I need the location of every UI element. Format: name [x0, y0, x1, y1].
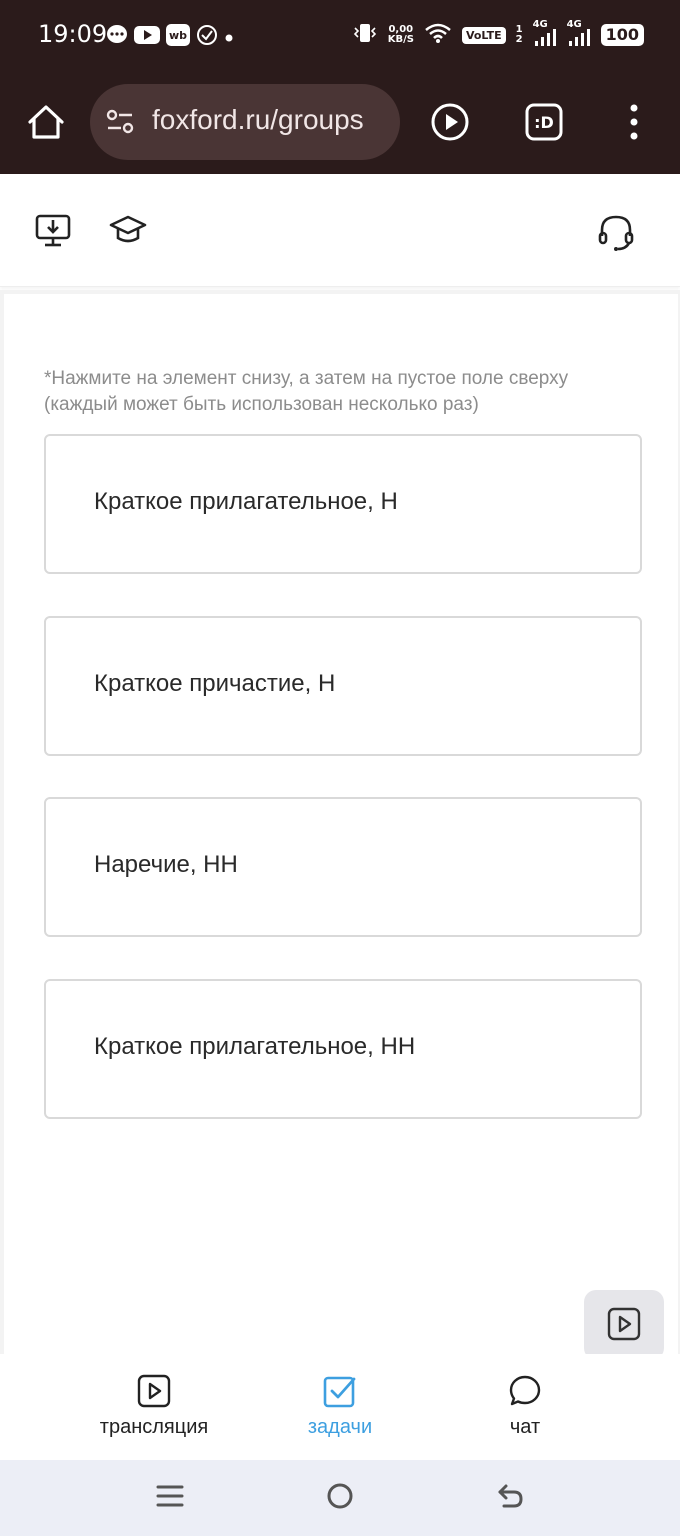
svg-text:wb: wb — [169, 29, 187, 42]
signal-sim1: 4G — [533, 19, 557, 47]
play-square-icon — [137, 1374, 171, 1408]
answer-option-label: Краткое прилагательное, Н — [94, 488, 398, 515]
back-button[interactable] — [494, 1480, 526, 1516]
youtube-icon — [134, 25, 160, 49]
net-speed-unit: KB/S — [387, 34, 414, 45]
task-content: *Нажмите на элемент снизу, а затем на пу… — [0, 290, 680, 1354]
floating-video-button[interactable] — [584, 1290, 664, 1360]
sim2-sub: 2 — [515, 34, 523, 45]
net-speed: 0,00 KB/S — [388, 25, 414, 45]
signal-bars-icon — [534, 29, 556, 46]
notification-icons: wb — [106, 24, 234, 50]
menu-lines-icon — [156, 1485, 184, 1507]
svg-text::D: :D — [534, 113, 554, 132]
more-vert-icon — [630, 104, 638, 140]
checkbox-icon — [323, 1376, 356, 1408]
dot-icon — [224, 28, 234, 47]
media-play-button[interactable] — [428, 100, 472, 148]
headset-support-icon[interactable] — [596, 212, 636, 256]
answer-option-label: Краткое причастие, Н — [94, 670, 336, 697]
answer-option[interactable]: Краткое прилагательное, НН — [44, 979, 642, 1119]
circle-home-icon — [327, 1483, 353, 1509]
signal-bars-icon — [568, 29, 590, 46]
tab-emoji-icon: :D — [525, 103, 563, 141]
home-button[interactable] — [24, 100, 68, 144]
nav-label-chat: чат — [509, 1416, 541, 1438]
status-bar: 19:09 wb 0,00 KB/S VoLTE 1 2 4G 4G 100 — [0, 0, 680, 74]
answer-option[interactable]: Краткое причастие, Н — [44, 616, 642, 756]
url-bar[interactable]: foxford.ru/groups — [90, 84, 400, 160]
graduation-cap-icon[interactable] — [108, 212, 148, 252]
task-hint: *Нажмите на элемент снизу, а затем на пу… — [44, 368, 569, 415]
system-navigation-bar — [0, 1460, 680, 1536]
status-right-icons: 0,00 KB/S VoLTE 1 2 4G 4G 100 — [352, 19, 644, 48]
wifi-icon — [424, 22, 452, 48]
nav-label-tasks: задачи — [307, 1416, 373, 1438]
answer-option-label: Наречие, НН — [94, 851, 238, 878]
answer-option-label: Краткое прилагательное, НН — [94, 1033, 416, 1060]
status-time: 19:09 — [38, 20, 108, 48]
task-card: *Нажмите на элемент снизу, а затем на пу… — [4, 294, 678, 1354]
wildberries-icon: wb — [166, 24, 190, 50]
nav-item-chat[interactable]: чат — [445, 1374, 605, 1439]
nav-item-broadcast[interactable]: трансляция — [74, 1374, 234, 1439]
vibrate-icon — [352, 22, 378, 48]
download-monitor-icon[interactable] — [34, 212, 72, 252]
battery-indicator: 100 — [600, 24, 644, 46]
chat-bubble-icon — [509, 1375, 541, 1406]
back-arrow-icon — [498, 1484, 523, 1508]
browser-toolbar: foxford.ru/groups :D — [0, 74, 680, 174]
url-text: foxford.ru/groups — [152, 104, 364, 135]
chat-bubble-icon — [106, 24, 128, 50]
more-menu-button[interactable] — [622, 102, 646, 146]
play-circle-icon — [431, 103, 469, 141]
nav-item-tasks[interactable]: задачи — [260, 1374, 420, 1439]
home-system-button[interactable] — [324, 1480, 356, 1516]
answer-option[interactable]: Наречие, НН — [44, 797, 642, 937]
check-circle-icon — [196, 24, 218, 50]
site-settings-icon[interactable] — [104, 106, 136, 142]
sim-slots: 1 2 — [516, 25, 523, 45]
answer-option[interactable]: Краткое прилагательное, Н — [44, 434, 642, 574]
signal-sim2: 4G — [567, 19, 591, 47]
recents-button[interactable] — [154, 1480, 186, 1516]
tab-switcher-button[interactable]: :D — [524, 102, 564, 146]
nav-label-broadcast: трансляция — [99, 1416, 209, 1438]
home-icon — [28, 105, 64, 139]
app-header — [0, 174, 680, 287]
bottom-navigation: трансляция задачи чат — [0, 1354, 680, 1460]
play-square-icon — [607, 1307, 641, 1341]
volte-badge: VoLTE — [461, 26, 506, 44]
